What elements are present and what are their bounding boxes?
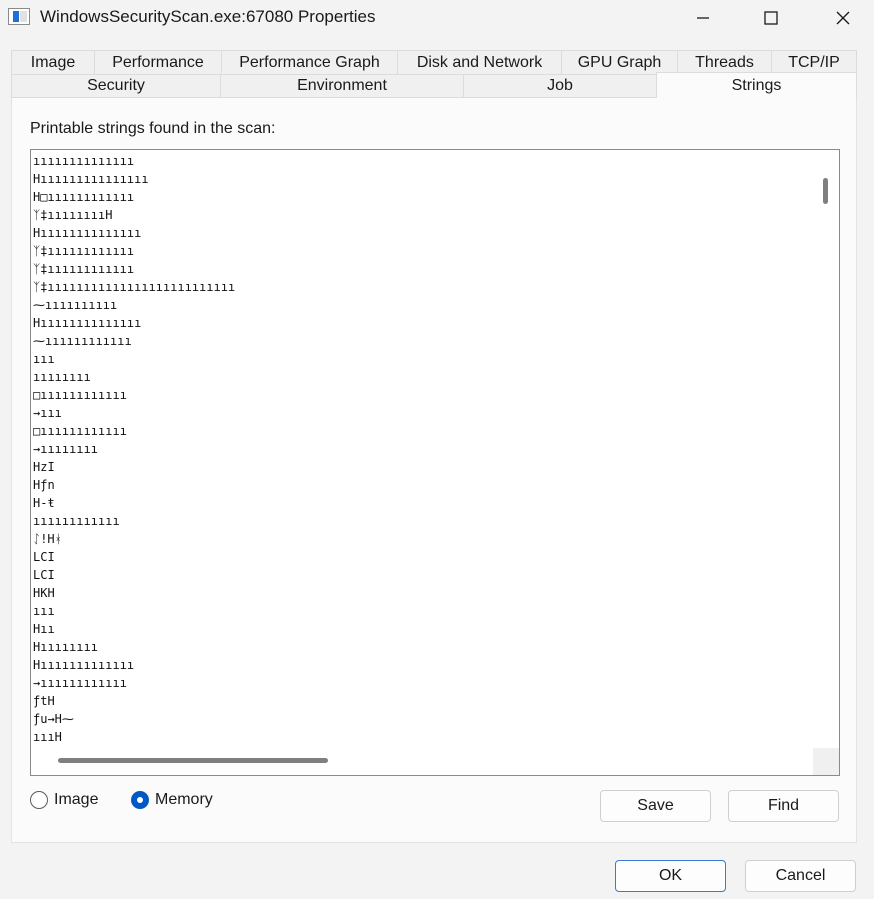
vertical-scroll-thumb[interactable] bbox=[823, 178, 828, 204]
ok-button[interactable]: OK bbox=[615, 860, 726, 892]
string-line[interactable]: Hıııııııııııııı bbox=[33, 224, 235, 242]
horizontal-scroll-thumb[interactable] bbox=[58, 758, 328, 763]
radio-image[interactable]: Image bbox=[30, 791, 98, 809]
string-line[interactable]: LCI bbox=[33, 566, 235, 584]
tab-gpu-graph[interactable]: GPU Graph bbox=[561, 50, 677, 74]
string-line[interactable]: HzI bbox=[33, 458, 235, 476]
tab-threads[interactable]: Threads bbox=[677, 50, 771, 74]
window-title: WindowsSecurityScan.exe:67080 Properties bbox=[40, 7, 376, 26]
scrollbar-corner bbox=[813, 748, 839, 775]
title-bar: WindowsSecurityScan.exe:67080 Properties bbox=[0, 0, 874, 36]
tab-image[interactable]: Image bbox=[11, 50, 94, 74]
string-line[interactable]: ıııııııııııı bbox=[33, 512, 235, 530]
string-line[interactable]: Hıııııııııııııı bbox=[33, 314, 235, 332]
string-line[interactable]: □ıııııııııııı bbox=[33, 386, 235, 404]
string-line[interactable]: H□ıııııııııııı bbox=[33, 188, 235, 206]
string-line[interactable]: →ıııııııı bbox=[33, 440, 235, 458]
string-line[interactable]: ııı bbox=[33, 602, 235, 620]
string-line[interactable]: LCI bbox=[33, 548, 235, 566]
string-line[interactable]: ᛉ‡ıııııııııııı bbox=[33, 260, 235, 278]
string-line[interactable]: ıııııııııııııı bbox=[33, 152, 235, 170]
string-line[interactable]: →ııı bbox=[33, 404, 235, 422]
tab-tcp-ip[interactable]: TCP/IP bbox=[771, 50, 857, 74]
string-line[interactable]: Hııııııııııııııı bbox=[33, 170, 235, 188]
strings-label: Printable strings found in the scan: bbox=[30, 120, 276, 137]
tab-environment[interactable]: Environment bbox=[220, 74, 463, 98]
string-line[interactable]: HKH bbox=[33, 584, 235, 602]
maximize-icon bbox=[764, 11, 778, 25]
string-line[interactable]: →ıııııııııııı bbox=[33, 674, 235, 692]
string-line[interactable]: ƒu→H⁓ bbox=[33, 710, 235, 728]
tab-strings[interactable]: Strings bbox=[656, 72, 857, 98]
string-line[interactable]: □ıııııııııııı bbox=[33, 422, 235, 440]
radio-memory-label: Memory bbox=[155, 791, 213, 808]
radio-image-label: Image bbox=[54, 791, 99, 808]
string-line[interactable]: Hıı bbox=[33, 620, 235, 638]
radio-memory-circle[interactable] bbox=[131, 791, 149, 809]
string-line[interactable]: Hƒn bbox=[33, 476, 235, 494]
string-line[interactable]: ᛇ!Hᚼ bbox=[33, 530, 235, 548]
app-icon bbox=[8, 8, 30, 25]
find-button[interactable]: Find bbox=[728, 790, 839, 822]
close-button[interactable] bbox=[820, 0, 866, 36]
maximize-button[interactable] bbox=[748, 0, 794, 36]
tab-performance[interactable]: Performance bbox=[94, 50, 221, 74]
close-icon bbox=[836, 11, 850, 25]
vertical-scrollbar[interactable] bbox=[813, 150, 839, 748]
string-line[interactable]: ᛉ‡ııııııııH bbox=[33, 206, 235, 224]
tab-performance-graph[interactable]: Performance Graph bbox=[221, 50, 397, 74]
string-line[interactable]: Hııııııııııııı bbox=[33, 656, 235, 674]
string-line[interactable]: ıııH bbox=[33, 728, 235, 746]
horizontal-scrollbar[interactable] bbox=[31, 748, 813, 775]
string-line[interactable]: Hıııııııı bbox=[33, 638, 235, 656]
string-line[interactable]: ᛉ‡ıııııııııııı bbox=[33, 242, 235, 260]
strings-list[interactable]: ıııııııııııııı Hııııııııııııııı H□ıııııııı… bbox=[33, 152, 235, 746]
string-line[interactable]: ⁓ıııııııııı bbox=[33, 296, 235, 314]
tab-job[interactable]: Job bbox=[463, 74, 656, 98]
tab-disk-and-network[interactable]: Disk and Network bbox=[397, 50, 561, 74]
string-line[interactable]: ƒtH bbox=[33, 692, 235, 710]
cancel-button[interactable]: Cancel bbox=[745, 860, 856, 892]
strings-list-box[interactable]: ıııııııııııııı Hııııııııııııııı H□ıııııııı… bbox=[30, 149, 840, 776]
minimize-button[interactable] bbox=[680, 0, 726, 36]
string-line[interactable]: ᛉ‡ıııııııııııııııııııııııııı bbox=[33, 278, 235, 296]
radio-image-circle[interactable] bbox=[30, 791, 48, 809]
tab-security[interactable]: Security bbox=[11, 74, 220, 98]
string-line[interactable]: ⁓ıııııııııııı bbox=[33, 332, 235, 350]
string-line[interactable]: ıııııııı bbox=[33, 368, 235, 386]
string-line[interactable]: H-ŧ bbox=[33, 494, 235, 512]
radio-memory[interactable]: Memory bbox=[131, 791, 213, 809]
save-button[interactable]: Save bbox=[600, 790, 711, 822]
tab-row-top: Image Performance Performance Graph Disk… bbox=[11, 50, 857, 74]
minimize-icon bbox=[697, 17, 709, 19]
tab-row-bottom: Security Environment Job Strings bbox=[11, 72, 857, 98]
string-line[interactable]: ııı bbox=[33, 350, 235, 368]
